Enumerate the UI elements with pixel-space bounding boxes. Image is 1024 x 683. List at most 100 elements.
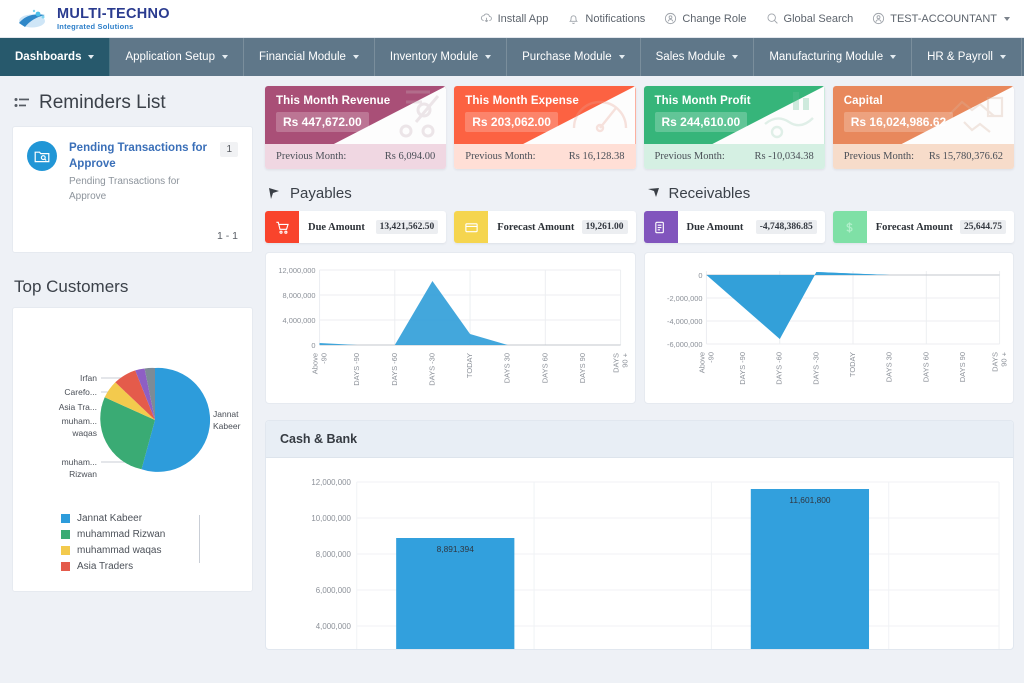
top-customers-legend: Jannat Kabeer muhammad Rizwan muhammad w… — [61, 513, 242, 572]
kpi-card-revenue[interactable]: This Month Revenue Rs 447,672.00 Previou… — [265, 86, 446, 169]
svg-text:4,000,000: 4,000,000 — [316, 622, 352, 631]
pie-label-jannat-kabeer: Jannat — [213, 409, 239, 419]
payables-receivables-row: Payables Due Amount 13,421,562.50 — [265, 185, 1014, 404]
svg-text:DAYS -90: DAYS -90 — [352, 353, 361, 386]
cash-bank-card: Cash & Bank — [265, 420, 1014, 650]
kpi-card-expense[interactable]: This Month Expense Rs 203,062.00 Previou… — [454, 86, 635, 169]
svg-text:12,000,000: 12,000,000 — [311, 478, 351, 487]
install-app-button[interactable]: Install App — [480, 12, 549, 25]
svg-text:DAYS 60: DAYS 60 — [921, 352, 930, 382]
top-customers-card: Irfan Carefo... Asia Tra... muham... waq… — [12, 307, 253, 592]
top-customers-pie-chart: Irfan Carefo... Asia Tra... muham... waq… — [23, 320, 242, 495]
cash-bank-chart[interactable]: 8,891,394 11,601,800 12,000,000 10,000,0… — [266, 458, 1013, 650]
reminder-item[interactable]: Pending Transactions for Approve Pending… — [27, 141, 238, 204]
brand-logo[interactable]: MULTI-TECHNO Integrated Solutions — [18, 7, 170, 30]
main-nav: Dashboards Application Setup Financial M… — [0, 38, 1024, 76]
payables-aging-chart[interactable]: 12,000,000 8,000,000 4,000,000 0 Above -… — [265, 252, 636, 404]
wallet-icon — [454, 211, 488, 243]
svg-text:-90: -90 — [319, 353, 328, 364]
payables-due-amount-card[interactable]: Due Amount 13,421,562.50 — [265, 211, 446, 243]
reminder-title[interactable]: Pending Transactions for Approve — [69, 141, 208, 172]
nav-label-application-setup: Application Setup — [125, 51, 215, 63]
nav-item-manufacturing-module[interactable]: Manufacturing Module — [754, 38, 912, 76]
nav-item-dashboards[interactable]: Dashboards — [0, 38, 110, 76]
nav-item-application-setup[interactable]: Application Setup — [110, 38, 244, 76]
payables-header: Payables — [268, 185, 636, 202]
amount-value: -4,748,386.85 — [756, 220, 817, 234]
notifications-label: Notifications — [585, 13, 645, 25]
top-nav: Install App Notifications Change Role Gl… — [480, 12, 1010, 25]
kpi-prev-label: Previous Month: — [276, 151, 346, 162]
nav-item-inventory-module[interactable]: Inventory Module — [375, 38, 507, 76]
kpi-label: This Month Revenue — [265, 86, 446, 107]
svg-text:90 +: 90 + — [999, 352, 1007, 367]
reminder-pager: 1 - 1 — [27, 230, 238, 242]
legend-label: Jannat Kabeer — [77, 513, 142, 524]
change-role-button[interactable]: Change Role — [664, 12, 746, 25]
notifications-button[interactable]: Notifications — [567, 12, 645, 25]
kpi-prev-label: Previous Month: — [655, 151, 725, 162]
chevron-down-icon — [88, 55, 94, 59]
chevron-down-icon — [732, 55, 738, 59]
receivables-due-amount-card[interactable]: Due Amount -4,748,386.85 — [644, 211, 825, 243]
main-content: This Month Revenue Rs 447,672.00 Previou… — [263, 76, 1024, 683]
logo-icon — [18, 8, 50, 30]
receivables-aging-chart[interactable]: 0 -2,000,000 -4,000,000 -6,000,000 Above… — [644, 252, 1015, 404]
cart-icon — [265, 211, 299, 243]
svg-text:Above: Above — [311, 353, 320, 374]
bell-icon — [567, 12, 580, 25]
svg-text:TODAY: TODAY — [465, 353, 474, 378]
global-search-button[interactable]: Global Search — [766, 12, 854, 25]
kpi-row: This Month Revenue Rs 447,672.00 Previou… — [265, 86, 1014, 169]
bar-label-account-2: 11,601,800 — [789, 495, 831, 505]
kpi-prev-value: Rs 15,780,376.62 — [929, 151, 1003, 162]
svg-text:waqas: waqas — [71, 428, 97, 438]
svg-text:-2,000,000: -2,000,000 — [667, 294, 702, 303]
kpi-card-profit[interactable]: This Month Profit Rs 244,610.00 Previous… — [644, 86, 825, 169]
reminders-title: Reminders List — [39, 92, 166, 114]
legend-item-jannat-kabeer[interactable]: Jannat Kabeer — [61, 513, 242, 524]
install-app-label: Install App — [498, 13, 549, 25]
chevron-down-icon — [485, 55, 491, 59]
legend-label: muhammad waqas — [77, 545, 161, 556]
payables-title: Payables — [290, 185, 352, 202]
pie-label-asia-traders: Asia Tra... — [59, 402, 97, 412]
nav-item-purchase-module[interactable]: Purchase Module — [507, 38, 641, 76]
search-icon — [766, 12, 779, 25]
svg-text:DAYS -30: DAYS -30 — [811, 352, 820, 385]
user-circle-icon — [872, 12, 885, 25]
user-menu-button[interactable]: TEST-ACCOUNTANT — [872, 12, 1010, 25]
chevron-down-icon — [1004, 17, 1010, 21]
legend-item-asia-traders[interactable]: Asia Traders — [61, 561, 242, 572]
nav-item-sales-module[interactable]: Sales Module — [641, 38, 755, 76]
nav-item-financial-module[interactable]: Financial Module — [244, 38, 375, 76]
legend-swatch — [61, 530, 70, 539]
receivables-forecast-amount-card[interactable]: Forecast Amount 25,644.75 — [833, 211, 1014, 243]
kpi-card-capital[interactable]: Capital Rs 16,024,986.62 Previous Month:… — [833, 86, 1014, 169]
kpi-value: Rs 447,672.00 — [276, 112, 369, 132]
payables-forecast-amount-card[interactable]: Forecast Amount 19,261.00 — [454, 211, 635, 243]
kpi-value: Rs 244,610.00 — [655, 112, 748, 132]
kpi-label: Capital — [833, 86, 1014, 107]
kpi-prev-label: Previous Month: — [844, 151, 914, 162]
top-bar: MULTI-TECHNO Integrated Solutions Instal… — [0, 0, 1024, 38]
svg-text:6,000,000: 6,000,000 — [316, 586, 352, 595]
folder-search-icon — [34, 149, 50, 163]
nav-label-financial-module: Financial Module — [259, 51, 346, 63]
reminder-description: Pending Transactions for Approve — [69, 175, 208, 204]
sidebar: Reminders List Pending Transactions for … — [0, 76, 263, 683]
legend-item-muhammad-waqas[interactable]: muhammad waqas — [61, 545, 242, 556]
legend-swatch — [61, 562, 70, 571]
amount-label: Due Amount — [308, 222, 365, 233]
svg-text:Rizwan: Rizwan — [69, 469, 97, 479]
cash-bank-title: Cash & Bank — [266, 421, 1013, 458]
nav-item-hr-payroll[interactable]: HR & Payroll — [912, 38, 1022, 76]
pie-slices — [100, 368, 210, 472]
arrow-down-right-icon — [647, 187, 660, 200]
svg-text:10,000,000: 10,000,000 — [311, 514, 351, 523]
svg-text:Above: Above — [697, 352, 706, 373]
svg-text:DAYS: DAYS — [990, 352, 999, 372]
legend-item-muhammad-rizwan[interactable]: muhammad Rizwan — [61, 529, 242, 540]
kpi-value: Rs 16,024,986.62 — [844, 112, 953, 132]
nav-label-sales-module: Sales Module — [656, 51, 726, 63]
